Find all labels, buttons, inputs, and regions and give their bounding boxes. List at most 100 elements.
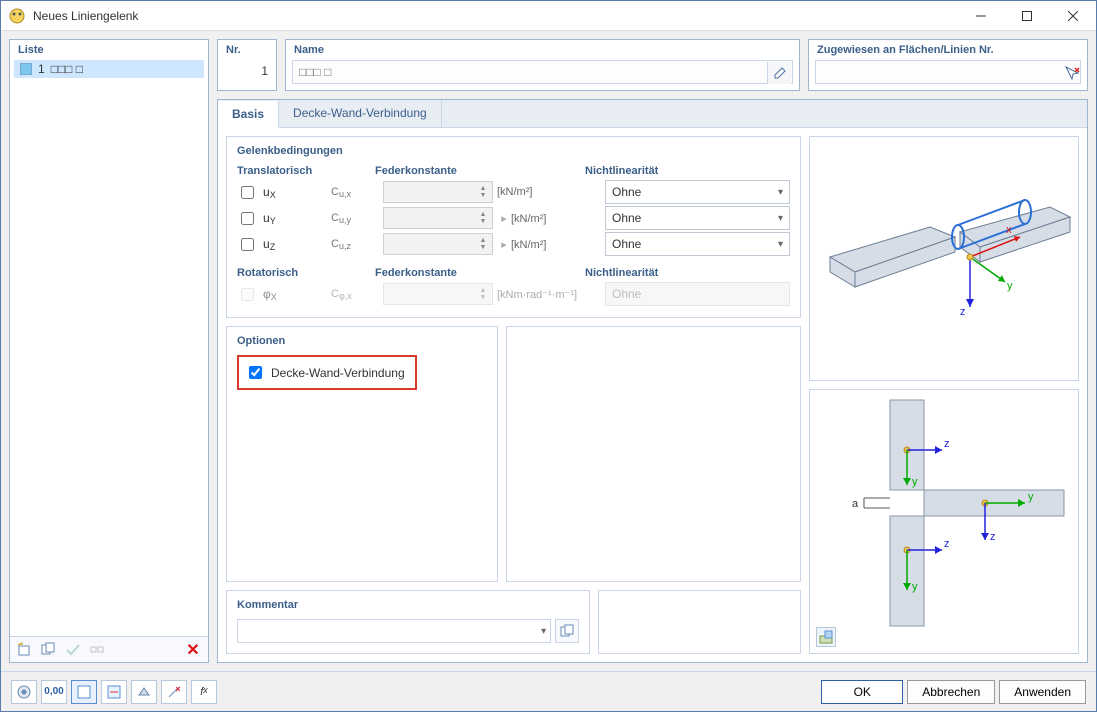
- client-area: Liste 1 □□□ □ ✕: [1, 31, 1096, 671]
- svg-text:y: y: [912, 581, 918, 593]
- check-icon[interactable]: [62, 640, 84, 660]
- name-value: □□□ □: [299, 65, 331, 79]
- kommentar-group: Kommentar ▾: [226, 590, 590, 654]
- feder-label-1: Federkonstante: [375, 165, 555, 177]
- app-icon: [9, 8, 25, 24]
- option-decke-wand-label: Decke-Wand-Verbindung: [271, 366, 405, 380]
- check-uz[interactable]: uZ: [237, 235, 327, 254]
- preview-2d-svg: a z y: [810, 390, 1079, 650]
- name-title: Name: [286, 40, 799, 58]
- preview-2d: a z y: [809, 389, 1079, 654]
- window-title: Neues Liniengelenk: [33, 9, 958, 23]
- check-ux[interactable]: uX: [237, 183, 327, 202]
- svg-text:y: y: [1028, 491, 1034, 503]
- svg-text:y: y: [912, 476, 918, 488]
- const-phix: Cφ,x: [331, 288, 379, 300]
- spin-uz[interactable]: ▲▼: [383, 233, 493, 255]
- footer-help-icon[interactable]: [11, 680, 37, 704]
- edit-name-icon[interactable]: [767, 62, 791, 84]
- kommentar-import-icon[interactable]: [555, 619, 579, 643]
- delete-entry-icon[interactable]: ✕: [182, 640, 204, 660]
- const-uz: Cu,z: [331, 238, 379, 250]
- nr-value: 1: [218, 58, 276, 84]
- kommentar-blank: [598, 590, 801, 654]
- tab-basis[interactable]: Basis: [218, 101, 279, 128]
- combo-uz[interactable]: Ohne▾: [605, 232, 790, 256]
- row-phix: φX Cφ,x ▲▼ [kNm·rad⁻¹·m⁻¹] Ohne: [237, 281, 790, 307]
- pick-icon[interactable]: [1061, 62, 1083, 84]
- copy-entry-icon[interactable]: [38, 640, 60, 660]
- maximize-button[interactable]: [1004, 1, 1050, 31]
- const-ux: Cu,x: [331, 186, 379, 198]
- combo-uy[interactable]: Ohne▾: [605, 206, 790, 230]
- tab-host: Basis Decke-Wand-Verbindung Gelenkbeding…: [217, 99, 1088, 663]
- preview-column: x y z: [809, 136, 1079, 654]
- cancel-button[interactable]: Abbrechen: [907, 680, 995, 704]
- list-item-icon: [20, 63, 32, 75]
- option-decke-wand-checkbox[interactable]: [249, 366, 262, 379]
- unit-phix: [kNm·rad⁻¹·m⁻¹]: [497, 288, 601, 301]
- dialog-window: Neues Liniengelenk Liste 1 □□□ □: [0, 0, 1097, 712]
- assign-panel: Zugewiesen an Flächen/Linien Nr.: [808, 39, 1088, 91]
- titlebar: Neues Liniengelenk: [1, 1, 1096, 31]
- unit-uz: ▸[kN/m²]: [497, 238, 601, 251]
- feder-label-2: Federkonstante: [375, 267, 555, 279]
- tab-strip: Basis Decke-Wand-Verbindung: [218, 100, 1087, 128]
- list-item[interactable]: 1 □□□ □: [14, 60, 204, 78]
- list-panel: Liste 1 □□□ □ ✕: [9, 39, 209, 663]
- gelenk-title: Gelenkbedingungen: [237, 145, 790, 157]
- svg-text:z: z: [990, 531, 996, 543]
- footer-fx-icon[interactable]: fx: [191, 680, 217, 704]
- footer-surface-icon[interactable]: [131, 680, 157, 704]
- assign-title: Zugewiesen an Flächen/Linien Nr.: [809, 40, 1087, 58]
- spin-phix: ▲▼: [383, 283, 493, 305]
- row-uz: uZ Cu,z ▲▼ ▸[kN/m²] Ohne▾: [237, 231, 790, 257]
- minimize-button[interactable]: [958, 1, 1004, 31]
- svg-text:z: z: [960, 306, 966, 318]
- svg-text:a: a: [852, 498, 859, 510]
- kommentar-input[interactable]: ▾: [237, 619, 551, 643]
- combo-ux[interactable]: Ohne▾: [605, 180, 790, 204]
- footer-view2-icon[interactable]: [101, 680, 127, 704]
- apply-button[interactable]: Anwenden: [999, 680, 1086, 704]
- assign-input[interactable]: [815, 60, 1081, 84]
- nr-panel: Nr. 1: [217, 39, 277, 91]
- list-body: 1 □□□ □: [10, 58, 208, 636]
- footer-release-icon[interactable]: [161, 680, 187, 704]
- footer-view1-icon[interactable]: [71, 680, 97, 704]
- gelenk-header-rot: Rotatorisch Federkonstante Nichtlinearit…: [237, 267, 790, 279]
- footer: 0,00 fx OK Abbrechen Anwenden: [1, 671, 1096, 711]
- nl-label-1: Nichtlinearität: [585, 165, 790, 177]
- kommentar-row: Kommentar ▾: [226, 590, 801, 654]
- unit-ux: [kN/m²]: [497, 186, 601, 198]
- left-column: Liste 1 □□□ □ ✕: [9, 39, 209, 663]
- top-row: Nr. 1 Name □□□ □ Zugewiesen an Flächen/L…: [217, 39, 1088, 91]
- new-entry-icon[interactable]: [14, 640, 36, 660]
- footer-units-icon[interactable]: 0,00: [41, 680, 67, 704]
- rot-label: Rotatorisch: [237, 267, 327, 279]
- gelenk-header-trans: Translatorisch Federkonstante Nichtlinea…: [237, 165, 790, 177]
- preview-tool-icon[interactable]: [816, 627, 836, 647]
- unit-uy: ▸[kN/m²]: [497, 212, 601, 225]
- check-uy[interactable]: uY: [237, 209, 327, 228]
- spin-uy[interactable]: ▲▼: [383, 207, 493, 229]
- mid-row: Optionen Decke-Wand-Verbindung: [226, 326, 801, 582]
- tab-body: Gelenkbedingungen Translatorisch Federko…: [218, 128, 1087, 662]
- list-item-num: 1: [38, 62, 45, 76]
- close-button[interactable]: [1050, 1, 1096, 31]
- combo-phix: Ohne: [605, 282, 790, 306]
- name-panel: Name □□□ □: [285, 39, 800, 91]
- tab-decke-wand[interactable]: Decke-Wand-Verbindung: [279, 100, 442, 127]
- svg-text:x: x: [1006, 224, 1012, 236]
- row-ux: uX Cu,x ▲▼ [kN/m²] Ohne▾: [237, 179, 790, 205]
- list-toolbar: ✕: [10, 636, 208, 662]
- spin-ux[interactable]: ▲▼: [383, 181, 493, 203]
- option-decke-wand[interactable]: Decke-Wand-Verbindung: [237, 355, 417, 390]
- link-icon[interactable]: [86, 640, 108, 660]
- const-uy: Cu,y: [331, 212, 379, 224]
- row-uy: uY Cu,y ▲▼ ▸[kN/m²] Ohne▾: [237, 205, 790, 231]
- ok-button[interactable]: OK: [821, 680, 903, 704]
- name-input[interactable]: □□□ □: [292, 60, 793, 84]
- gelenk-group: Gelenkbedingungen Translatorisch Federko…: [226, 136, 801, 318]
- svg-text:z: z: [944, 538, 950, 550]
